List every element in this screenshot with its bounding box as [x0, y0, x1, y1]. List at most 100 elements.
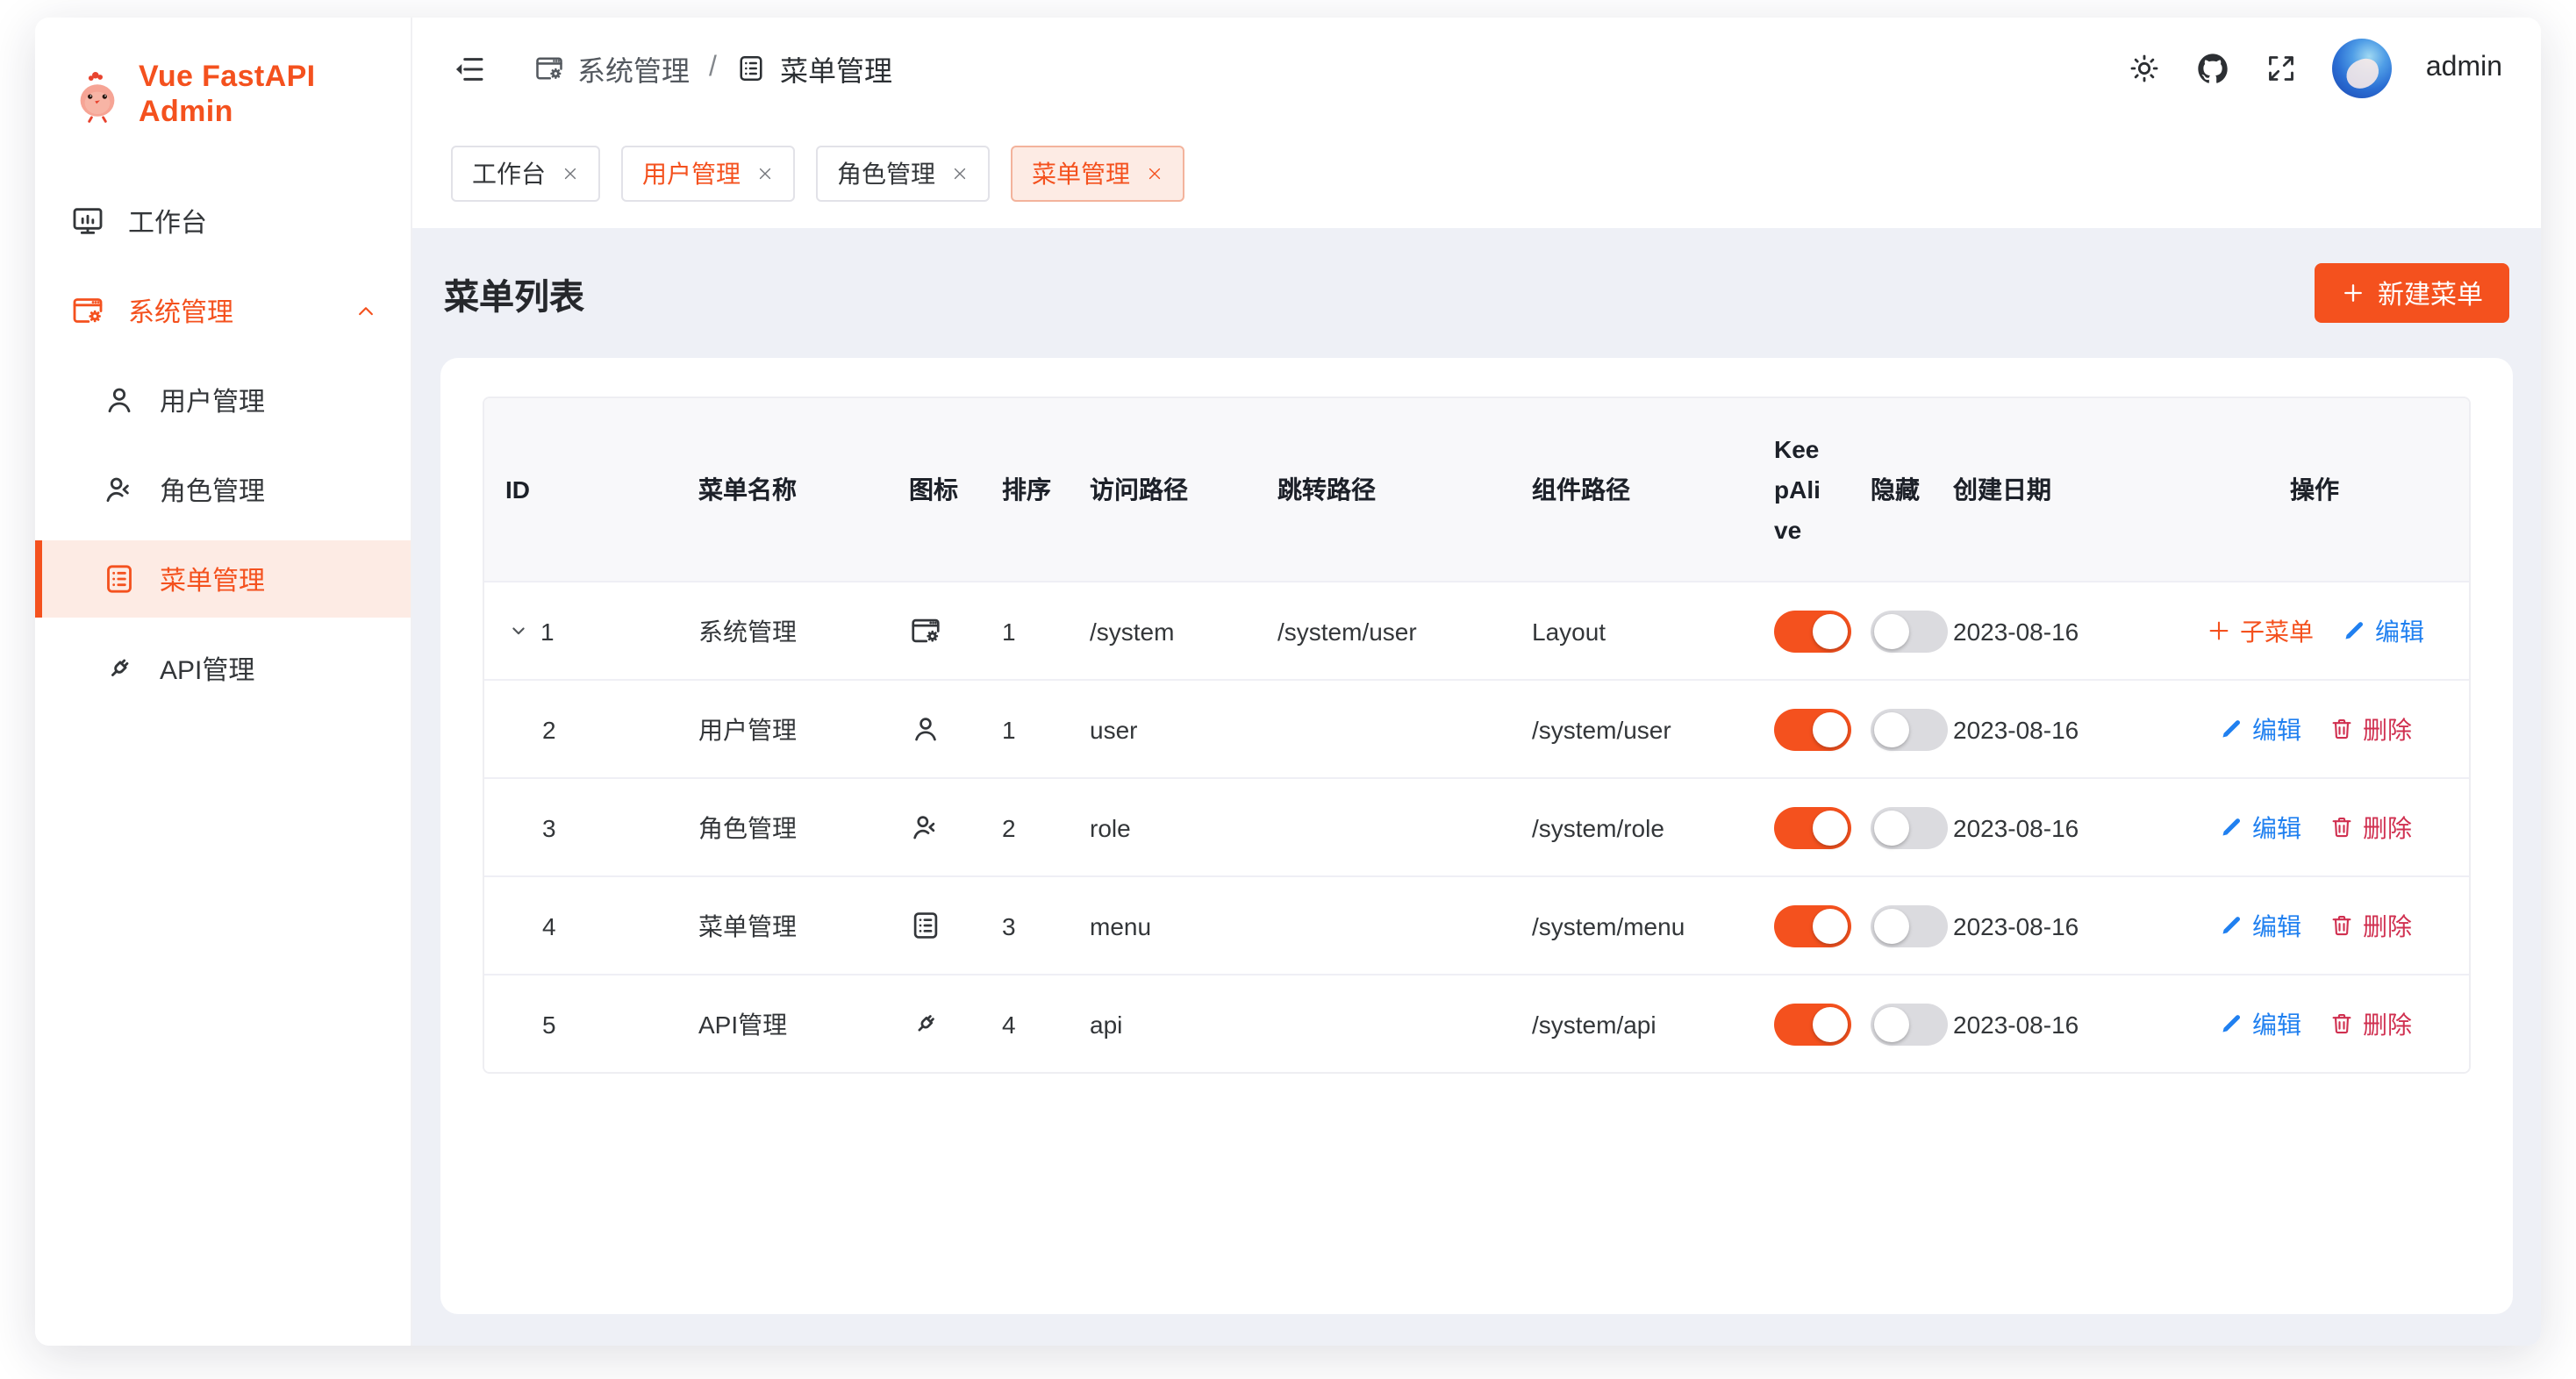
delete-button[interactable]: 删除	[2328, 810, 2412, 845]
plus-icon	[2205, 618, 2231, 644]
table-header-row: ID 菜单名称 图标 排序 访问路径 跳转路径 组件路径 KeepAlive 隐…	[484, 398, 2469, 581]
menu-list-card: ID 菜单名称 图标 排序 访问路径 跳转路径 组件路径 KeepAlive 隐…	[440, 358, 2513, 1314]
col-header-date: 创建日期	[1932, 398, 2160, 581]
github-icon[interactable]	[2196, 51, 2231, 86]
tab-users[interactable]: 用户管理	[621, 146, 795, 202]
keepalive-toggle[interactable]	[1774, 708, 1851, 750]
close-icon[interactable]	[756, 165, 774, 182]
col-header-name: 菜单名称	[677, 398, 888, 581]
close-icon[interactable]	[1146, 165, 1163, 182]
pencil-icon	[2217, 912, 2243, 939]
chick-logo-icon	[74, 68, 121, 122]
col-header-hidden: 隐藏	[1850, 398, 1932, 581]
col-header-icon: 图标	[888, 398, 981, 581]
breadcrumb-item-system[interactable]: 系统管理	[533, 47, 690, 89]
monitor-icon	[70, 204, 105, 239]
menu-icon	[909, 909, 942, 942]
sidebar-item-system[interactable]: 系统管理	[35, 272, 411, 349]
sidebar-item-roles[interactable]: 角色管理	[35, 451, 411, 528]
window-gear-icon	[70, 293, 105, 328]
theme-sun-icon[interactable]	[2128, 51, 2163, 86]
col-header-path: 访问路径	[1069, 398, 1256, 581]
col-header-id: ID	[484, 398, 677, 581]
close-icon[interactable]	[951, 165, 969, 182]
breadcrumb-separator: /	[709, 53, 717, 84]
collapse-sidebar-icon[interactable]	[451, 50, 488, 87]
trash-icon	[2328, 912, 2354, 939]
user-icon	[909, 712, 942, 746]
fullscreen-icon[interactable]	[2265, 51, 2300, 86]
keepalive-toggle[interactable]	[1774, 610, 1851, 652]
col-header-keepalive: KeepAlive	[1753, 398, 1850, 581]
hidden-toggle[interactable]	[1871, 1003, 1948, 1045]
col-header-actions: 操作	[2160, 398, 2469, 581]
create-menu-button[interactable]: 新建菜单	[2315, 263, 2509, 323]
sidebar-submenu-system: 用户管理 角色管理 菜单管理 API管理	[35, 361, 411, 707]
sidebar-item-label: 系统管理	[128, 292, 233, 329]
close-icon[interactable]	[562, 165, 579, 182]
username[interactable]: admin	[2426, 53, 2502, 84]
delete-button[interactable]: 删除	[2328, 908, 2412, 943]
edit-button[interactable]: 编辑	[2217, 810, 2301, 845]
collapse-row-icon[interactable]	[505, 618, 532, 644]
tab-roles[interactable]: 角色管理	[816, 146, 990, 202]
menu-icon	[736, 53, 768, 84]
app-title: Vue FastAPI Admin	[139, 60, 411, 130]
tab-workbench[interactable]: 工作台	[451, 146, 600, 202]
sidebar-item-label: 用户管理	[160, 382, 265, 418]
table-row: 2 用户管理 1 user /system/user 2023-08-16	[484, 679, 2469, 777]
col-header-component: 组件路径	[1511, 398, 1753, 581]
tab-bar: 工作台 用户管理 角色管理 菜单管理	[412, 119, 2541, 228]
sidebar-item-api[interactable]: API管理	[35, 630, 411, 707]
keepalive-toggle[interactable]	[1774, 806, 1851, 848]
table-body: 1 系统管理 1 /system /system/user Layout	[484, 581, 2469, 1072]
hidden-toggle[interactable]	[1871, 806, 1948, 848]
delete-button[interactable]: 删除	[2328, 711, 2412, 747]
role-icon	[909, 811, 942, 844]
sidebar-item-label: API管理	[160, 650, 254, 687]
edit-button[interactable]: 编辑	[2217, 1006, 2301, 1041]
hidden-toggle[interactable]	[1871, 904, 1948, 947]
breadcrumb-item-menus[interactable]: 菜单管理	[736, 47, 892, 89]
plus-icon	[2341, 281, 2365, 305]
pencil-icon	[2217, 1011, 2243, 1037]
breadcrumb: 系统管理 / 菜单管理	[533, 47, 892, 89]
pencil-icon	[2340, 618, 2366, 644]
avatar[interactable]	[2333, 39, 2393, 98]
sidebar-menu: 工作台 系统管理 用户管理 角色管理	[35, 182, 411, 707]
content: 菜单列表 新建菜单 ID 菜单名称 图标 排序 访问路径	[412, 228, 2541, 1346]
menu-icon	[102, 561, 137, 597]
edit-button[interactable]: 编辑	[2217, 908, 2301, 943]
main-area: 系统管理 / 菜单管理 admin	[412, 18, 2541, 1346]
pencil-icon	[2217, 716, 2243, 742]
app-logo: Vue FastAPI Admin	[35, 18, 411, 130]
hidden-toggle[interactable]	[1871, 708, 1948, 750]
topbar-actions: admin	[2128, 39, 2502, 98]
edit-button[interactable]: 编辑	[2340, 613, 2424, 648]
keepalive-toggle[interactable]	[1774, 904, 1851, 947]
pencil-icon	[2217, 814, 2243, 840]
add-submenu-button[interactable]: 子菜单	[2205, 613, 2314, 648]
table-row: 3 角色管理 2 role /system/role 2023-08-16	[484, 777, 2469, 875]
tab-menus[interactable]: 菜单管理	[1011, 146, 1184, 202]
sidebar-item-workbench[interactable]: 工作台	[35, 182, 411, 260]
table-row: 1 系统管理 1 /system /system/user Layout	[484, 581, 2469, 679]
edit-button[interactable]: 编辑	[2217, 711, 2301, 747]
app-window: Vue FastAPI Admin 工作台 系统管理 用户管理	[35, 18, 2541, 1346]
trash-icon	[2328, 814, 2354, 840]
col-header-redirect: 跳转路径	[1256, 398, 1511, 581]
sidebar-item-label: 工作台	[128, 203, 207, 239]
delete-button[interactable]: 删除	[2328, 1006, 2412, 1041]
window-gear-icon	[533, 53, 565, 84]
api-icon	[909, 1007, 942, 1040]
col-header-order: 排序	[981, 398, 1069, 581]
keepalive-toggle[interactable]	[1774, 1003, 1851, 1045]
hidden-toggle[interactable]	[1871, 610, 1948, 652]
role-icon	[102, 472, 137, 507]
sidebar-item-label: 菜单管理	[160, 561, 265, 597]
sidebar-item-menus[interactable]: 菜单管理	[35, 540, 411, 618]
table-row: 4 菜单管理 3 menu /system/menu 2023-08-16	[484, 875, 2469, 974]
trash-icon	[2328, 1011, 2354, 1037]
page-title: 菜单列表	[444, 268, 584, 318]
sidebar-item-users[interactable]: 用户管理	[35, 361, 411, 439]
